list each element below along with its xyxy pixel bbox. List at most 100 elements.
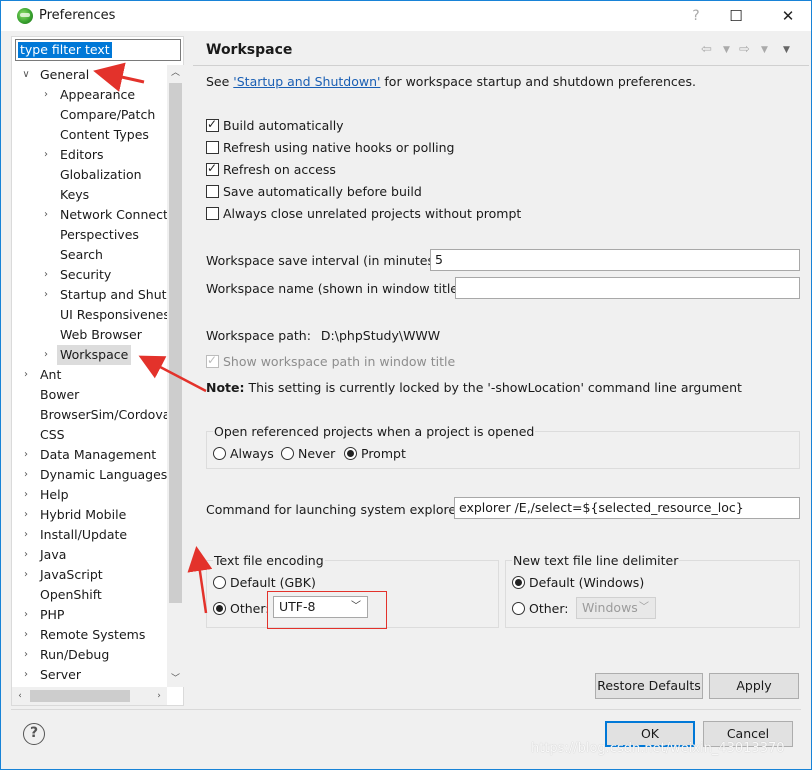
checkbox-box[interactable] [206,161,219,176]
chevron-right-icon[interactable]: › [40,85,52,105]
chevron-right-icon[interactable]: › [20,645,32,665]
chevron-right-icon[interactable]: › [20,625,32,645]
tree-item-label[interactable]: Install/Update [37,525,130,545]
back-history-dropdown-icon[interactable]: ▼ [723,45,730,55]
checkbox-box[interactable] [206,140,219,154]
radio-circle[interactable] [213,446,226,460]
checkbox-box[interactable] [206,184,219,198]
radio-circle[interactable] [344,446,357,460]
chevron-right-icon[interactable]: › [20,605,32,625]
tree-item[interactable]: BrowserSim/Cordova [12,405,167,425]
restore-defaults-button[interactable]: Restore Defaults [595,673,703,699]
tree-item[interactable]: › Network Connecti [12,205,167,225]
open-prompt-radio[interactable]: Prompt [344,443,406,463]
close-unrelated-projects-checkbox[interactable]: Always close unrelated projects without … [206,203,521,223]
refresh-on-access-checkbox[interactable]: Refresh on access [206,159,336,179]
radio-circle[interactable] [213,575,226,589]
tree-item[interactable]: › Run/Debug [12,645,167,665]
radio-circle[interactable] [281,446,294,460]
tree-item-label[interactable]: Network Connecti [57,205,167,225]
tree-item[interactable]: Bower [12,385,167,405]
delimiter-default-radio[interactable]: Default (Windows) [512,572,644,592]
tree-horizontal-scrollbar[interactable]: ‹ › [12,687,167,705]
chevron-right-icon[interactable]: › [20,485,32,505]
explorer-command-input[interactable]: explorer /E,/select=${selected_resource_… [454,497,800,519]
checkbox-box[interactable] [206,206,219,220]
tree-item-label[interactable]: Perspectives [57,225,142,245]
tree-item-label[interactable]: Help [37,485,72,505]
maximize-button[interactable]: ☐ [713,1,759,31]
chevron-right-icon[interactable]: › [40,285,52,305]
encoding-default-radio[interactable]: Default (GBK) [213,572,316,592]
tree-item[interactable]: Compare/Patch [12,105,167,125]
tree-item-label[interactable]: Data Management [37,445,159,465]
scroll-up-icon[interactable]: ︿ [167,65,184,81]
save-before-build-checkbox[interactable]: Save automatically before build [206,181,422,201]
radio-circle[interactable] [512,601,525,615]
tree-item[interactable]: › Editors [12,145,167,165]
tree-item[interactable]: Globalization [12,165,167,185]
chevron-right-icon[interactable]: › [40,205,52,225]
filter-input-selected-text[interactable]: type filter text [18,42,112,58]
tree-item-label[interactable]: Workspace [57,345,132,365]
tree-item[interactable]: Web Browser [12,325,167,345]
tree-item-label[interactable]: Search [57,245,106,265]
encoding-other-radio[interactable]: Other: [213,598,269,618]
tree-item[interactable]: › Security [12,265,167,285]
tree-item[interactable]: Perspectives [12,225,167,245]
tree-item[interactable]: › Workspace [12,345,167,365]
tree-item[interactable]: CSS [12,425,167,445]
radio-circle[interactable] [213,601,226,615]
tree-item-label[interactable]: Keys [57,185,92,205]
tree-item[interactable]: › Java [12,545,167,565]
chevron-right-icon[interactable]: › [20,365,32,385]
apply-button[interactable]: Apply [709,673,799,699]
tree-item[interactable]: › Startup and Shutd [12,285,167,305]
tree-item-label[interactable]: BrowserSim/Cordova [37,405,167,425]
scroll-down-icon[interactable]: ﹀ [167,671,184,687]
tree-item-label[interactable]: Compare/Patch [57,105,158,125]
tree-item[interactable]: Content Types [12,125,167,145]
forward-arrow-icon[interactable]: ⇨ [739,42,750,57]
open-always-radio[interactable]: Always [213,443,274,463]
chevron-right-icon[interactable]: › [40,265,52,285]
tree-item-label[interactable]: Ant [37,365,64,385]
chevron-right-icon[interactable]: › [20,665,32,685]
help-icon[interactable]: ? [23,723,45,745]
tree-item-label[interactable]: Dynamic Languages [37,465,167,485]
tree-item[interactable]: › PHP [12,605,167,625]
checkbox-box[interactable] [206,117,219,132]
tree-item[interactable]: › Remote Systems [12,625,167,645]
tree-item[interactable]: OpenShift [12,585,167,605]
tree-item[interactable]: › JavaScript [12,565,167,585]
tree-item-label[interactable]: Content Types [57,125,152,145]
delimiter-other-radio[interactable]: Other: [512,598,568,618]
chevron-right-icon[interactable]: › [20,545,32,565]
tree-item-label[interactable]: CSS [37,425,68,445]
chevron-right-icon[interactable]: › [20,565,32,585]
view-menu-icon[interactable]: ▼ [783,45,790,55]
radio-circle[interactable] [512,575,525,589]
tree-item-label[interactable]: JavaScript [37,565,106,585]
tree-item[interactable]: › Appearance [12,85,167,105]
chevron-right-icon[interactable]: › [20,445,32,465]
tree-item-label[interactable]: OpenShift [37,585,105,605]
tree-item-label[interactable]: Security [57,265,114,285]
tree-item[interactable]: › Install/Update [12,525,167,545]
scroll-left-icon[interactable]: ‹ [12,687,28,705]
horizontal-scrollbar-thumb[interactable] [30,690,130,702]
chevron-right-icon[interactable]: › [40,345,52,365]
scrollbar-thumb[interactable] [169,83,182,603]
close-button[interactable]: ✕ [765,1,811,31]
tree-item-label[interactable]: PHP [37,605,67,625]
tree-item-label[interactable]: Startup and Shutd [57,285,167,305]
chevron-right-icon[interactable]: › [40,145,52,165]
chevron-down-icon[interactable]: ∨ [20,65,32,85]
tree-item-label[interactable]: General [37,65,92,85]
tree-item[interactable]: › Dynamic Languages [12,465,167,485]
tree-item[interactable]: Search [12,245,167,265]
startup-shutdown-link[interactable]: 'Startup and Shutdown' [233,74,380,89]
tree-item[interactable]: › Hybrid Mobile [12,505,167,525]
tree-item[interactable]: Keys [12,185,167,205]
tree-item[interactable]: › Server [12,665,167,685]
